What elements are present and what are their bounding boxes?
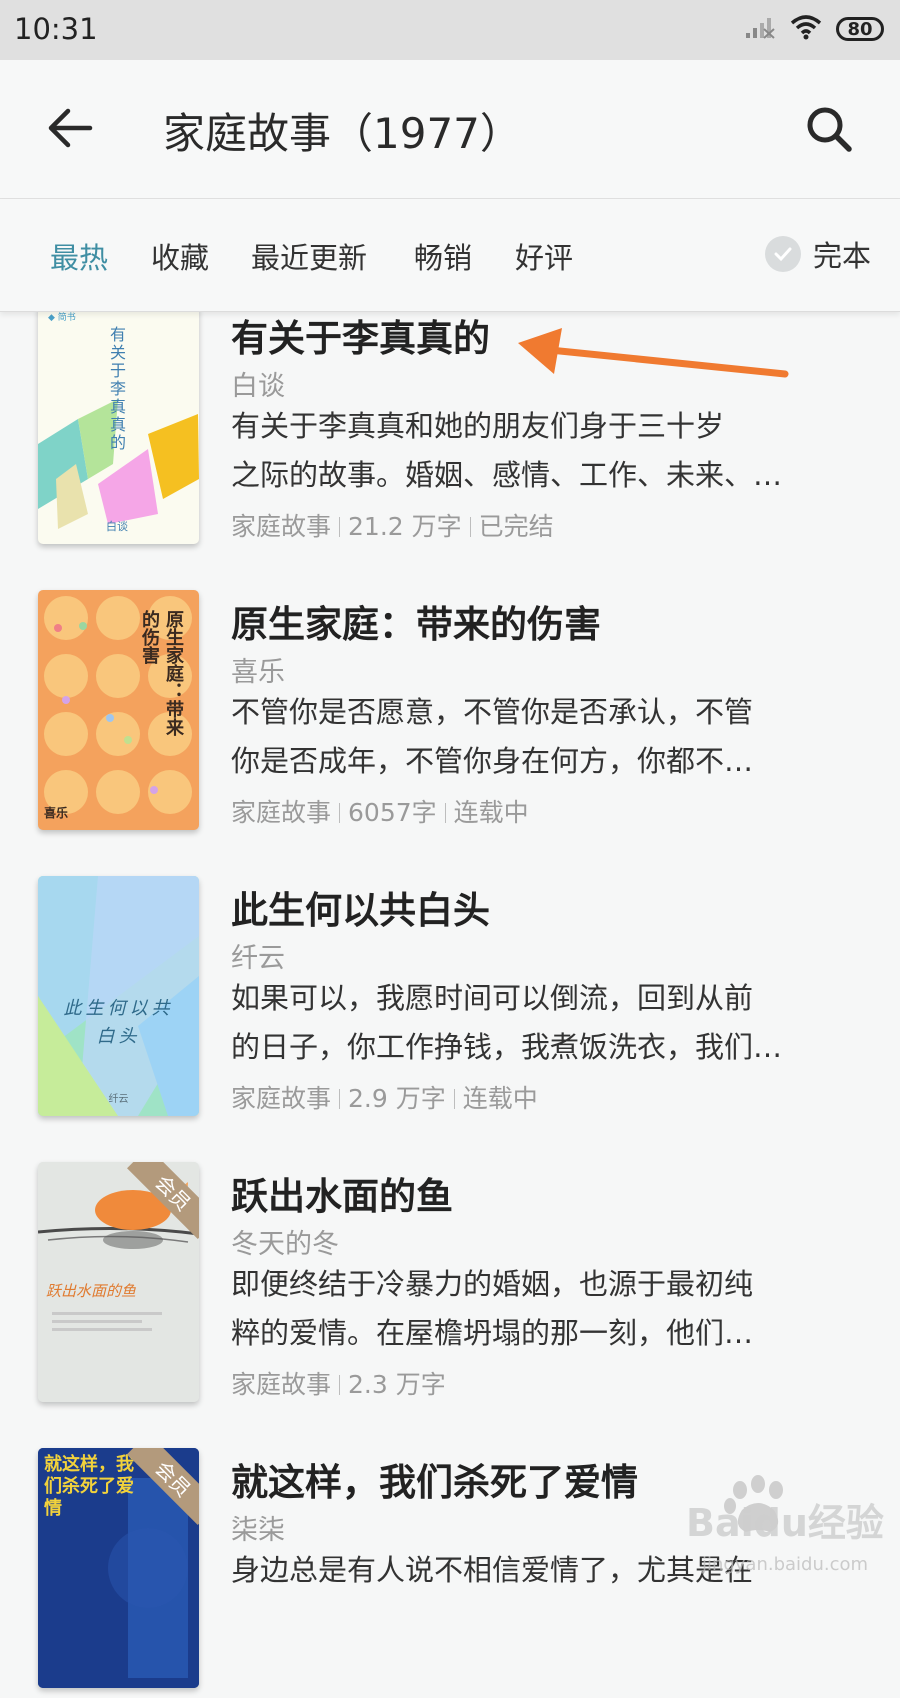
book-title: 有关于李真真的 [231,317,490,360]
book-cover: 此生何以共 白头 纤云 [38,876,199,1116]
book-author: 纤云 [231,943,285,974]
watermark-url: jingyan.baidu.com [701,1554,869,1575]
book-description: 即便终结于冷暴力的婚姻，也源于最初纯 粹的爱情。在屋檐坍塌的那一刻，他们… [231,1267,754,1350]
book-author: 喜乐 [231,657,285,688]
book-meta: 家庭故事 2.9 万字 连载中 [231,1084,538,1113]
svg-text:◆ 简书: ◆ 简书 [48,311,76,323]
cover-author: 纤云 [108,1094,129,1105]
cover-title: 白头 [96,1026,141,1047]
complete-filter-toggle[interactable]: 完本 [765,233,871,275]
search-icon [807,107,852,152]
cover-author: 喜乐 [44,806,69,820]
cover-title: 的伤害 [139,610,160,664]
book-author: 冬天的冬 [231,1229,339,1260]
watermark-brand: Baidu经验 [686,1501,884,1545]
cover-title: 跃出水面的鱼 [46,1282,137,1300]
status-bar: 10:31 80 [0,0,900,60]
book-title: 原生家庭：带来的伤害 [231,603,601,646]
search-button[interactable] [800,100,860,160]
back-button[interactable] [44,100,100,156]
book-description: 不管你是否愿意，不管你是否承认，不管 你是否成年，不管你身在何方，你都不… [231,695,754,778]
cover-title: 有关于李真真的 [107,326,126,452]
cover-title: 就这样，我们杀死了爱情 [44,1454,134,1519]
book-author: 白谈 [231,371,285,402]
book-list-item[interactable]: 跃出水面的鱼 会员 跃出水面的鱼 冬天的冬 即便终结于冷暴力的婚姻，也源于最初纯… [0,1162,900,1412]
book-description: 如果可以，我愿时间可以倒流，回到从前 的日子，你工作挣钱，我煮饭洗衣，我们… [231,981,783,1064]
watermark: Baidu经验 jingyan.baidu.com [680,1470,890,1590]
book-title: 跃出水面的鱼 [231,1175,453,1218]
arrow-left-icon [48,108,93,148]
battery-icon: 80 [836,17,884,41]
cover-author: 白谈 [106,520,128,533]
book-cover: 就这样，我们杀死了爱情 会员 [38,1448,199,1688]
tab-top-rated[interactable]: 好评 [515,235,573,277]
annotation-arrow-icon [518,328,789,378]
cover-title: 此生何以共 [63,998,174,1019]
sort-tabs: 最热 收藏 最近更新 畅销 好评 完本 [0,199,900,312]
check-icon [765,236,801,272]
cover-title: 原生家庭：带来 [163,610,184,736]
tab-bestselling[interactable]: 畅销 [414,235,472,277]
book-list-item[interactable]: 原生家庭：带来 的伤害 喜乐 原生家庭：带来的伤害 喜乐 不管你是否愿意，不管你… [0,590,900,840]
book-list-item[interactable]: 此生何以共 白头 纤云 此生何以共白头 纤云 如果可以，我愿时间可以倒流，回到从… [0,876,900,1126]
book-title: 就这样，我们杀死了爱情 [231,1461,638,1504]
book-cover: ◆ 简书 有关于李真真的 白谈 [38,304,199,544]
status-time: 10:31 [14,12,98,46]
book-title: 此生何以共白头 [231,889,490,932]
tab-recently-updated[interactable]: 最近更新 [251,235,367,277]
tab-hottest[interactable]: 最热 [50,235,108,277]
top-app-bar: 家庭故事（1977） [0,60,900,199]
wifi-icon [790,14,822,44]
book-description: 有关于李真真和她的朋友们身于三十岁 之际的故事。婚姻、感情、工作、未来、… [231,409,783,492]
signal-icon [744,15,776,43]
book-cover: 跃出水面的鱼 会员 [38,1162,199,1402]
page-title: 家庭故事（1977） [163,109,522,158]
book-meta: 家庭故事 21.2 万字 已完结 [231,512,554,541]
book-author: 柒柒 [231,1515,285,1546]
book-meta: 家庭故事 6057字 连载中 [231,798,529,827]
book-meta: 家庭故事 2.3 万字 [231,1370,446,1399]
book-cover: 原生家庭：带来 的伤害 喜乐 [38,590,199,830]
complete-filter-label: 完本 [813,239,872,273]
tab-favorites[interactable]: 收藏 [151,235,209,277]
